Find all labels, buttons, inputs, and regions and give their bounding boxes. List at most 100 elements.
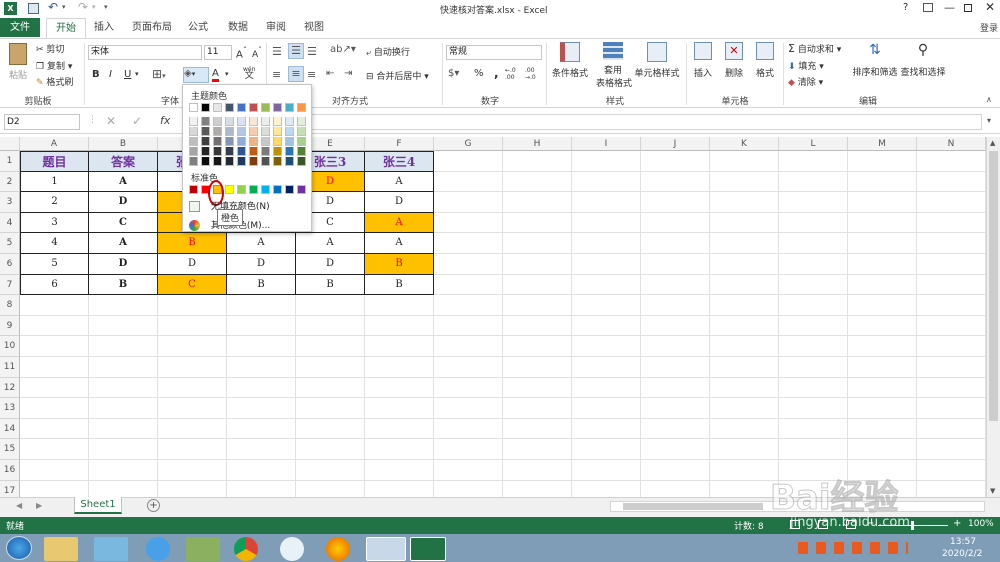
cell[interactable] — [572, 418, 641, 440]
cell[interactable] — [365, 398, 434, 419]
cell[interactable] — [296, 357, 365, 378]
theme-shade-swatch[interactable] — [249, 137, 258, 146]
align-bottom-button[interactable]: ☰ — [307, 45, 317, 58]
cell[interactable] — [710, 212, 779, 234]
scroll-thumb[interactable] — [989, 151, 998, 421]
cell[interactable] — [227, 460, 296, 481]
cloud-app-icon[interactable] — [280, 537, 304, 561]
cell[interactable] — [917, 315, 986, 337]
cell[interactable] — [503, 171, 572, 193]
cell[interactable] — [641, 377, 710, 399]
cell[interactable] — [296, 336, 365, 357]
table-cell[interactable]: 4 — [20, 233, 89, 254]
standard-color-swatch[interactable] — [285, 185, 294, 194]
table-cell[interactable]: D — [158, 254, 227, 275]
cell[interactable] — [89, 377, 158, 399]
qq-browser-icon[interactable] — [146, 537, 170, 561]
cell[interactable] — [89, 439, 158, 460]
col-header-h[interactable]: H — [503, 137, 572, 151]
row-header[interactable]: 17 — [0, 480, 20, 497]
standard-color-swatch[interactable] — [261, 185, 270, 194]
italic-button[interactable]: I — [109, 69, 112, 80]
cell[interactable] — [434, 357, 503, 378]
theme-shade-swatch[interactable] — [225, 127, 234, 136]
cell[interactable] — [641, 315, 710, 337]
cell[interactable] — [710, 171, 779, 193]
tab-home[interactable]: 开始 — [46, 18, 86, 39]
row-header[interactable]: 10 — [0, 336, 20, 357]
table-cell[interactable]: B — [158, 233, 227, 254]
minimize-button[interactable]: — — [944, 1, 955, 14]
scroll-down-icon[interactable]: ▼ — [990, 487, 995, 495]
col-header-a[interactable]: A — [20, 137, 89, 151]
underline-dropdown-icon[interactable]: ▾ — [135, 70, 139, 78]
theme-shade-swatch[interactable] — [261, 147, 270, 156]
cell[interactable] — [779, 192, 848, 213]
table-cell[interactable]: C — [158, 274, 227, 296]
cell[interactable] — [572, 151, 641, 172]
theme-color-swatch[interactable] — [261, 103, 270, 112]
grow-font-button[interactable]: Aˆ — [236, 45, 247, 60]
cell[interactable] — [917, 377, 986, 399]
cell[interactable] — [779, 274, 848, 296]
cell[interactable] — [365, 460, 434, 481]
fill-button[interactable]: ⬇ 填充 ▾ — [788, 59, 824, 72]
table-cell[interactable]: D — [89, 192, 158, 213]
theme-shade-swatch[interactable] — [189, 127, 198, 136]
theme-shade-swatch[interactable] — [249, 117, 258, 126]
theme-shade-swatch[interactable] — [189, 147, 198, 156]
cell[interactable] — [572, 192, 641, 213]
cell[interactable] — [227, 295, 296, 316]
cell[interactable] — [503, 418, 572, 440]
cell[interactable] — [89, 460, 158, 481]
tray-icons[interactable] — [798, 542, 908, 554]
cell[interactable] — [779, 336, 848, 357]
more-colors-button[interactable]: 其他颜色(M)... — [189, 218, 309, 232]
cell[interactable] — [227, 377, 296, 399]
cell[interactable] — [710, 439, 779, 460]
theme-shade-swatch[interactable] — [285, 147, 294, 156]
cell[interactable] — [20, 357, 89, 378]
theme-shade-swatch[interactable] — [237, 137, 246, 146]
cell[interactable] — [848, 398, 917, 419]
cell[interactable] — [848, 274, 917, 296]
table-cell[interactable]: A — [365, 233, 434, 254]
cell-styles-button[interactable]: 单元格样式 — [634, 42, 680, 79]
cell[interactable] — [848, 254, 917, 275]
cell[interactable] — [779, 254, 848, 275]
cell[interactable] — [572, 254, 641, 275]
help-button[interactable]: ? — [903, 2, 908, 13]
copy-button[interactable]: ❐ 复制 ▾ — [36, 59, 72, 72]
standard-color-swatch[interactable] — [249, 185, 258, 194]
cell[interactable] — [503, 439, 572, 460]
tab-insert[interactable]: 插入 — [88, 18, 120, 37]
row-header[interactable]: 15 — [0, 439, 20, 460]
increase-decimal-button[interactable]: ←.0 .00 — [505, 67, 521, 81]
zoom-level[interactable]: 100% — [968, 519, 994, 529]
theme-shade-swatch[interactable] — [261, 157, 270, 166]
paste-button[interactable]: 粘贴 — [6, 43, 30, 81]
cell[interactable] — [848, 212, 917, 234]
cell[interactable] — [572, 398, 641, 419]
cell[interactable] — [641, 439, 710, 460]
format-as-table-button[interactable]: 套用 表格格式 — [596, 42, 632, 89]
cell[interactable] — [89, 398, 158, 419]
table-cell[interactable]: A — [89, 233, 158, 254]
cell[interactable] — [710, 357, 779, 378]
tab-review[interactable]: 审阅 — [260, 18, 292, 37]
cell[interactable] — [779, 418, 848, 440]
theme-color-swatch[interactable] — [225, 103, 234, 112]
cell[interactable] — [227, 336, 296, 357]
insert-function-icon[interactable]: fx — [160, 114, 170, 127]
zoom-slider-thumb[interactable] — [911, 521, 914, 530]
redo-dropdown-icon[interactable]: ▾ — [92, 3, 96, 11]
spreadsheet-tool-icon[interactable] — [186, 537, 220, 561]
cell[interactable] — [848, 336, 917, 357]
cell[interactable] — [641, 151, 710, 172]
cell[interactable] — [572, 439, 641, 460]
cell[interactable] — [641, 254, 710, 275]
cell[interactable] — [158, 336, 227, 357]
cell[interactable] — [917, 439, 986, 460]
cell[interactable] — [917, 398, 986, 419]
standard-color-swatch[interactable] — [225, 185, 234, 194]
